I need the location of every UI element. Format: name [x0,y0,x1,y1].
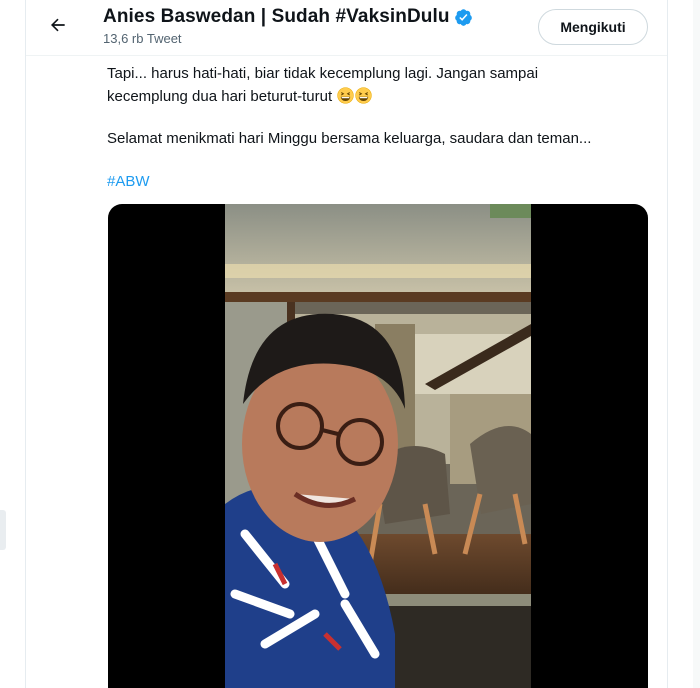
tweet-line-2-wrap: kecemplung dua hari beturut-turut [107,85,647,108]
hashtag-link[interactable]: #ABW [107,170,150,193]
tweet-column: Anies Baswedan | Sudah #VaksinDulu 13,6 … [25,0,668,688]
scrollbar-track[interactable] [693,0,700,688]
tweet-line-2: kecemplung dua hari beturut-turut [107,88,333,105]
tweet-line-1: Tapi... harus hati-hati, biar tidak kece… [107,65,539,82]
profile-title-block: Anies Baswedan | Sudah #VaksinDulu 13,6 … [103,6,473,46]
tweet-count: 13,6 rb Tweet [103,31,182,46]
display-name[interactable]: Anies Baswedan | Sudah #VaksinDulu [103,6,450,28]
video-player[interactable] [108,204,648,688]
tweet-paragraph-2: Selamat menikmati hari Minggu bersama ke… [107,130,592,147]
page-edge [0,510,6,550]
arrow-left-icon [48,15,68,40]
verified-badge-icon [454,8,473,27]
tweet-body: Tapi... harus hati-hati, biar tidak kece… [107,62,647,108]
video-frame [225,204,531,688]
grinning-squinting-face-emoji [337,87,354,104]
grinning-squinting-face-emoji [355,87,372,104]
following-button[interactable]: Mengikuti [538,9,648,45]
back-button[interactable] [43,12,73,42]
profile-header: Anies Baswedan | Sudah #VaksinDulu 13,6 … [26,0,667,56]
